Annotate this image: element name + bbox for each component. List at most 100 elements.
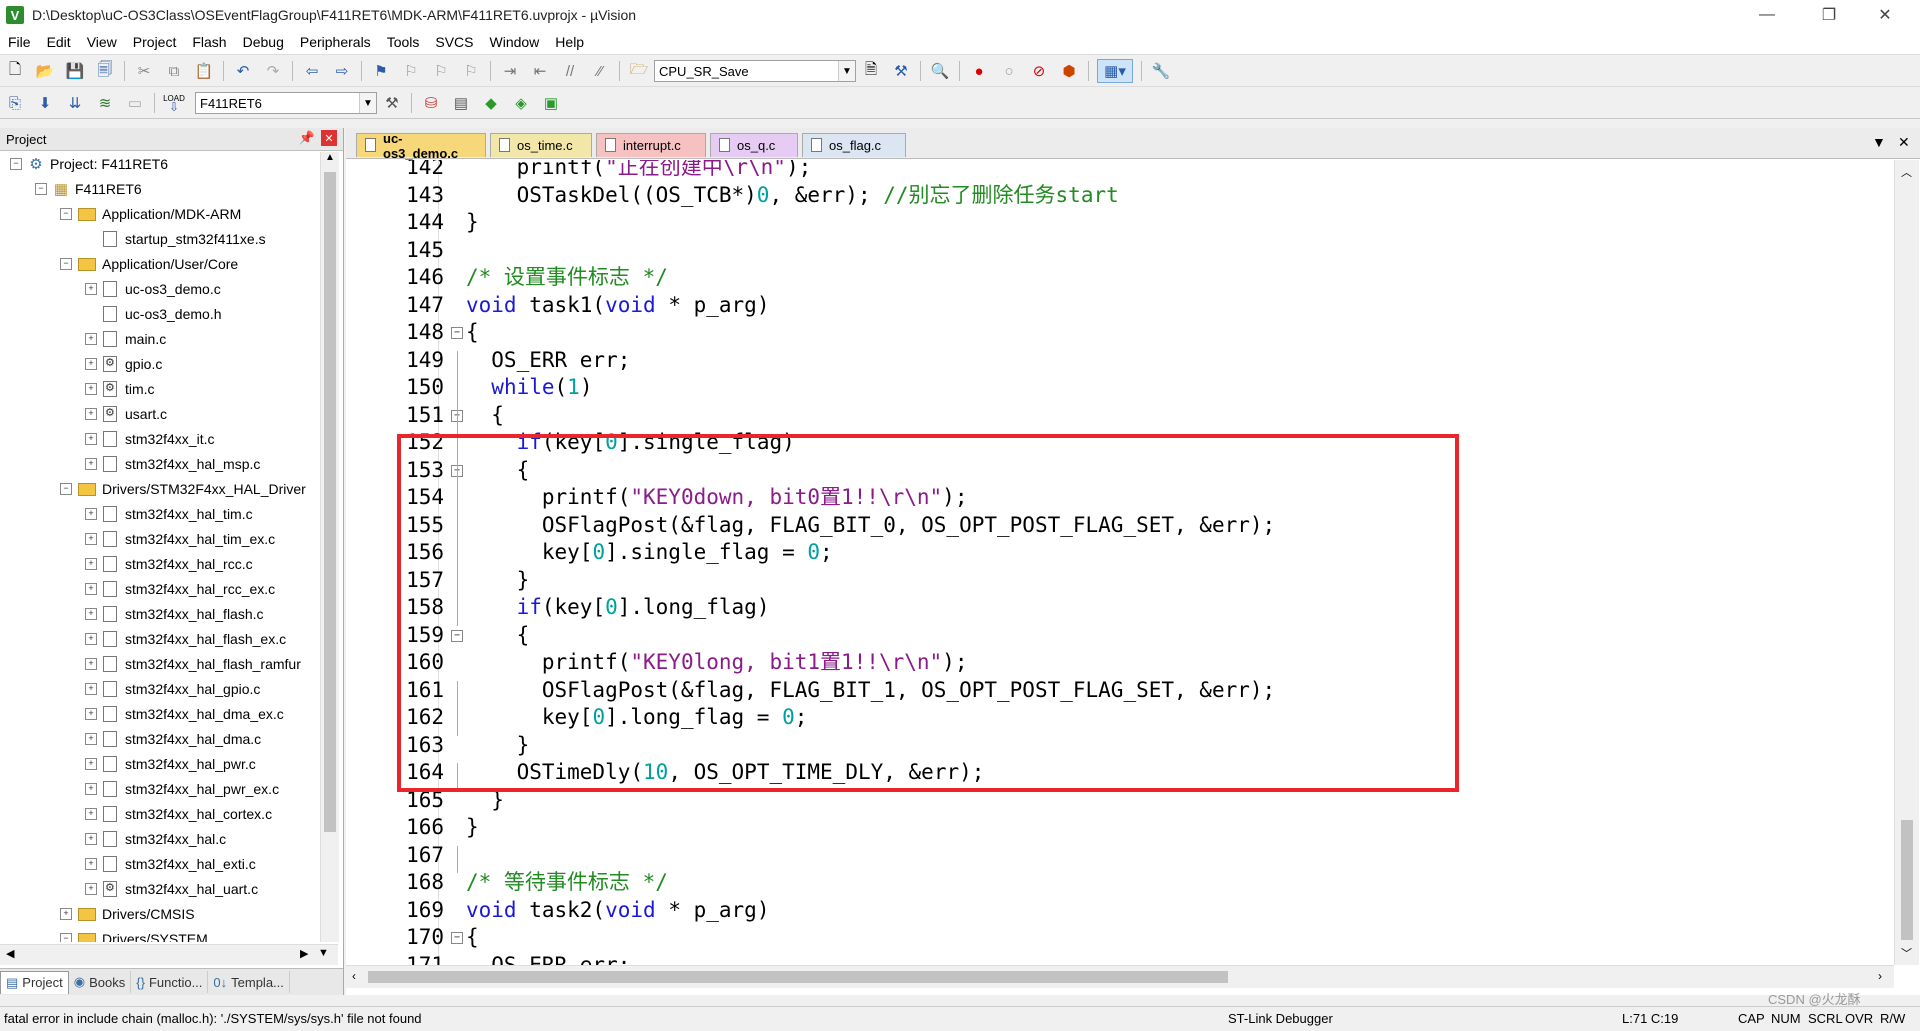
menu-debug[interactable]: Debug (235, 30, 292, 54)
scroll-up-icon[interactable]: ︿ (1901, 164, 1912, 180)
expand-icon[interactable]: + (85, 408, 97, 420)
expand-icon[interactable]: + (85, 708, 97, 720)
code-line[interactable]: 170−{ (346, 924, 1886, 952)
code-line[interactable]: 147 void task1(void * p_arg) (346, 292, 1886, 320)
configure-button[interactable]: 🔧 (1150, 60, 1172, 82)
bookmark-next-button[interactable]: ⚐ (430, 60, 452, 82)
expand-icon[interactable]: + (85, 733, 97, 745)
editor-hscrollbar[interactable]: ‹ › (346, 965, 1894, 988)
editor-tab-os-time-c[interactable]: os_time.c (490, 133, 592, 157)
find-in-files-button[interactable]: 🗁 (628, 60, 650, 82)
menu-peripherals[interactable]: Peripherals (292, 30, 379, 54)
stop-build-button[interactable]: ▭ (124, 92, 146, 114)
code-area[interactable]: 142 printf("正在创建中\r\n"); 143 OSTaskDel((O… (346, 160, 1894, 965)
code-line[interactable]: 168 /* 等待事件标志 */ (346, 869, 1886, 897)
rebuild-button[interactable]: ⇊ (64, 92, 86, 114)
panel-tab-functions[interactable]: {} Functio... (131, 971, 209, 993)
close-icon[interactable]: ✕ (321, 130, 337, 146)
expand-icon[interactable]: + (85, 633, 97, 645)
code-line[interactable]: 156 key[0].single_flag = 0; (346, 539, 1886, 567)
cut-button[interactable]: ✂ (133, 60, 155, 82)
kill-all-breakpoints-button[interactable]: ⬢ (1058, 60, 1080, 82)
tree-node[interactable]: + uc-os3_demo.c (85, 277, 221, 301)
insert-breakpoint-button[interactable]: ● (968, 60, 990, 82)
target-select[interactable]: F411RET6 ▼ (195, 92, 377, 114)
expand-icon[interactable]: + (60, 908, 72, 920)
copy-button[interactable]: ⧉ (163, 60, 185, 82)
tree-node[interactable]: + stm32f4xx_hal_flash_ex.c (85, 627, 286, 651)
expand-icon[interactable]: + (85, 358, 97, 370)
editor-tab-interrupt-c[interactable]: interrupt.c (596, 133, 706, 157)
project-tree-scrollbar[interactable]: ▲ (320, 152, 339, 942)
tree-node[interactable]: + stm32f4xx_hal_tim.c (85, 502, 253, 526)
chevron-down-icon[interactable]: ▼ (359, 93, 376, 113)
code-line[interactable]: 171 OS_ERR err; (346, 952, 1886, 966)
code-line[interactable]: 164 OSTimeDly(10, OS_OPT_TIME_DLY, &err)… (346, 759, 1886, 787)
code-line[interactable]: 157 } (346, 567, 1886, 595)
window-layout-button[interactable]: ▦▾ (1097, 59, 1133, 83)
fold-collapse-icon[interactable]: − (451, 932, 463, 944)
rte-button[interactable]: ▣ (540, 92, 562, 114)
comment-button[interactable]: // (559, 60, 581, 82)
minimize-button[interactable]: — (1744, 0, 1790, 30)
tree-node[interactable]: + stm32f4xx_hal.c (85, 827, 226, 851)
menu-tools[interactable]: Tools (379, 30, 428, 54)
code-line[interactable]: 148−{ (346, 319, 1886, 347)
new-file-button[interactable]: 🗋 (4, 60, 26, 82)
tree-node[interactable]: + stm32f4xx_hal_rcc.c (85, 552, 253, 576)
tree-node[interactable]: + stm32f4xx_hal_pwr_ex.c (85, 777, 279, 801)
collapse-icon[interactable]: − (60, 258, 72, 270)
collapse-icon[interactable]: − (60, 483, 72, 495)
find-combo[interactable]: CPU_SR_Save ▼ (654, 60, 856, 82)
tree-node[interactable]: − ▦ F411RET6 (35, 177, 142, 201)
tree-node[interactable]: + stm32f4xx_hal_exti.c (85, 852, 256, 876)
tree-node[interactable]: + Drivers/CMSIS (60, 902, 195, 926)
expand-icon[interactable]: + (85, 808, 97, 820)
expand-icon[interactable]: + (85, 283, 97, 295)
code-line[interactable]: 152 if(key[0].single_flag) (346, 429, 1886, 457)
tab-list-dropdown-icon[interactable]: ▼ (1872, 134, 1886, 150)
tree-node[interactable]: + stm32f4xx_it.c (85, 427, 214, 451)
download-button[interactable]: LOAD ⇩ (163, 92, 185, 114)
code-line[interactable]: 165 } (346, 787, 1886, 815)
expand-icon[interactable]: + (85, 883, 97, 895)
scrollbar-thumb[interactable] (368, 971, 1228, 983)
menu-view[interactable]: View (79, 30, 125, 54)
tree-node[interactable]: + stm32f4xx_hal_pwr.c (85, 752, 256, 776)
scroll-right-icon[interactable]: ▶ (300, 947, 308, 960)
tree-node[interactable]: − Application/MDK-ARM (60, 202, 241, 226)
tree-node[interactable]: + stm32f4xx_hal_flash_ramfur (85, 652, 301, 676)
find-button[interactable]: 🗎 (860, 60, 882, 82)
tree-node[interactable]: − Drivers/SYSTEM (60, 927, 208, 942)
scroll-down-icon[interactable]: ﹀ (1901, 945, 1912, 961)
code-line[interactable]: 167 (346, 842, 1886, 870)
tree-node[interactable]: + stm32f4xx_hal_flash.c (85, 602, 264, 626)
expand-icon[interactable]: + (85, 333, 97, 345)
disable-all-breakpoints-button[interactable]: ⊘ (1028, 60, 1050, 82)
tree-node[interactable]: − ⚙ Project: F411RET6 (10, 152, 168, 176)
code-line[interactable]: 153− { (346, 457, 1886, 485)
close-window-button[interactable]: ✕ (1862, 0, 1908, 30)
tree-node[interactable]: − Drivers/STM32F4xx_HAL_Driver (60, 477, 306, 501)
editor-vscrollbar[interactable]: ︿ ﹀ (1894, 160, 1919, 965)
panel-tab-project[interactable]: ▤ Project (0, 970, 69, 994)
open-file-button[interactable]: 📂 (34, 60, 56, 82)
collapse-icon[interactable]: − (35, 183, 47, 195)
undo-button[interactable]: ↶ (232, 60, 254, 82)
tree-node[interactable]: + stm32f4xx_hal_rcc_ex.c (85, 577, 275, 601)
code-line[interactable]: 142 printf("正在创建中\r\n"); (346, 160, 1886, 182)
code-line[interactable]: 162 key[0].long_flag = 0; (346, 704, 1886, 732)
indent-button[interactable]: ⇥ (499, 60, 521, 82)
code-line[interactable]: 161 OSFlagPost(&flag, FLAG_BIT_1, OS_OPT… (346, 677, 1886, 705)
panel-tab-templates[interactable]: 0↓ Templa... (208, 971, 290, 993)
expand-icon[interactable]: + (85, 558, 97, 570)
code-line[interactable]: 155 OSFlagPost(&flag, FLAG_BIT_0, OS_OPT… (346, 512, 1886, 540)
expand-icon[interactable]: + (85, 383, 97, 395)
nav-back-button[interactable]: ⇦ (301, 60, 323, 82)
scroll-left-icon[interactable]: ‹ (352, 969, 356, 983)
code-line[interactable]: 145 (346, 237, 1886, 265)
menu-project[interactable]: Project (125, 30, 185, 54)
code-line[interactable]: 144} (346, 209, 1886, 237)
bookmark-clear-button[interactable]: ⚐ (460, 60, 482, 82)
tree-node[interactable]: startup_stm32f411xe.s (85, 227, 266, 251)
